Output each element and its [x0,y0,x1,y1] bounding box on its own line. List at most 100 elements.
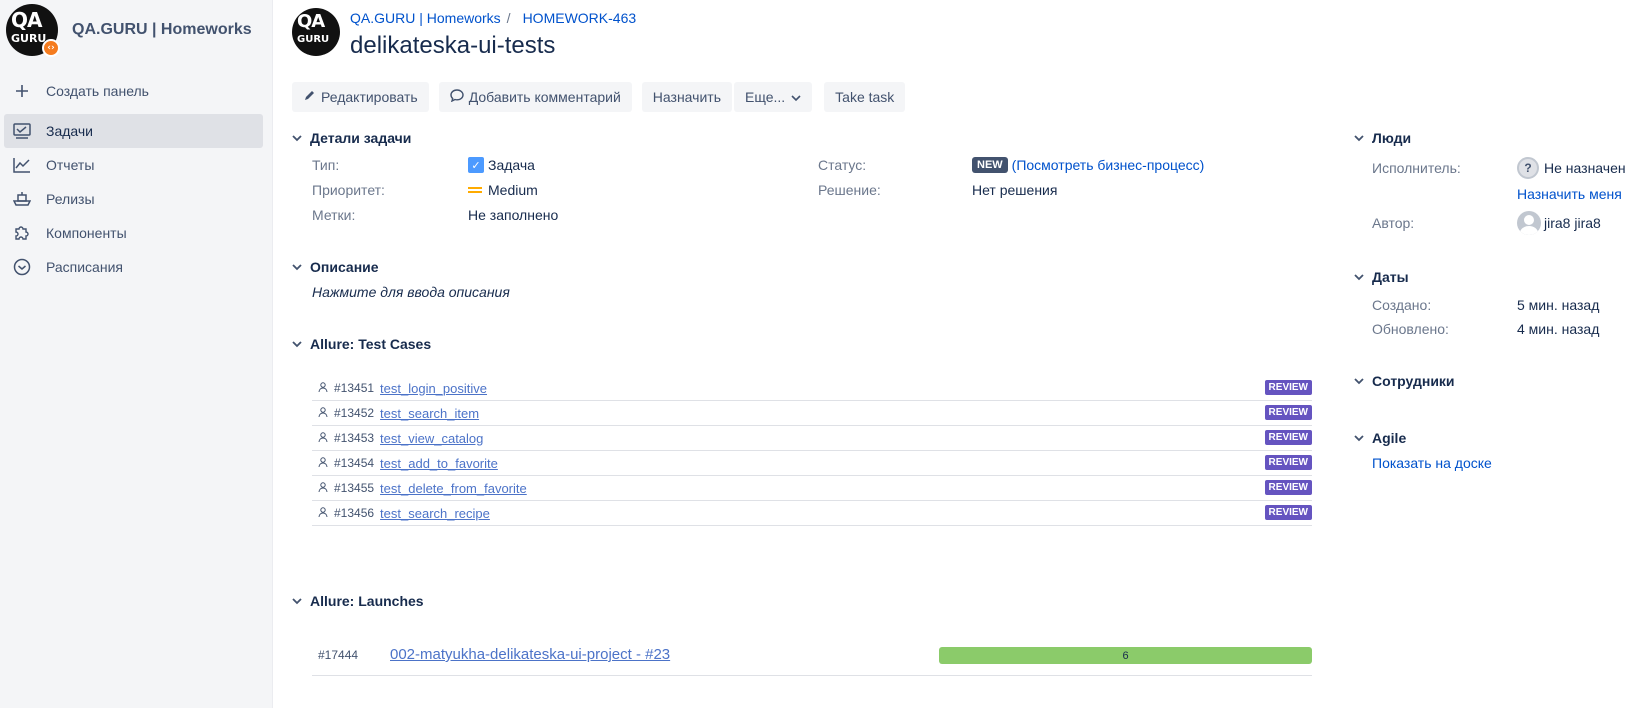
description-field[interactable]: Нажмите для ввода описания [312,284,510,300]
comment-icon [450,89,464,105]
priority-value-text: Medium [488,182,538,198]
clock-icon [12,257,32,277]
status-badge: REVIEW [1264,430,1312,445]
chevron-down-icon [1352,131,1366,145]
agile-section-title: Agile [1372,430,1407,446]
launch-link[interactable]: 002-matyukha-delikateska-ui-project - #2… [390,646,670,663]
sidebar-item-issues[interactable]: Задачи [4,114,263,148]
assignee-value-text: Не назначен [1544,160,1626,176]
test-case-link[interactable]: test_login_positive [380,381,487,396]
chevron-down-icon [290,594,304,608]
sidebar-item-label: Расписания [46,259,123,275]
people-section-toggle[interactable]: Люди [1352,130,1411,146]
resolution-label: Решение: [818,182,881,198]
priority-value: Medium [468,182,538,198]
assignee-label: Исполнитель: [1372,160,1461,176]
chevron-down-icon [290,131,304,145]
test-case-link[interactable]: test_delete_from_favorite [380,481,527,496]
launch-passed-count: 6 [1122,649,1129,662]
type-label: Тип: [312,157,340,173]
reporter-name: jira8 jira8 [1544,215,1601,231]
sidebar-item-reports[interactable]: Отчеты [4,148,263,182]
table-row: #13451 test_login_positive REVIEW [312,376,1312,401]
edit-button-label: Редактировать [321,89,418,105]
description-section-toggle[interactable]: Описание [290,259,379,275]
status-badge: NEW [972,157,1008,173]
sidebar-item-label: Отчеты [46,157,95,173]
sidebar-item-label: Компоненты [46,225,127,241]
status-badge: REVIEW [1264,405,1312,420]
assignee-value[interactable]: ? Не назначен [1517,157,1626,179]
reporter-value[interactable]: jira8 jira8 [1517,211,1601,235]
sidebar-item-label: Задачи [46,123,94,139]
avatar [1517,211,1541,235]
project-avatar[interactable]: QA GURU [292,8,340,56]
add-comment-button[interactable]: Добавить комментарий [438,82,632,112]
type-value: ✓ Задача [468,157,535,173]
chevron-down-icon [791,89,801,105]
test-case-id: #13454 [334,456,375,470]
test-case-id: #13452 [334,406,375,420]
pencil-icon [303,89,316,105]
sidebar-item-components[interactable]: Компоненты [4,216,263,250]
breadcrumb: QA.GURU | Homeworks / HOMEWORK-463 [350,10,636,26]
assign-to-me-link[interactable]: Назначить меня [1517,186,1622,202]
project-header[interactable]: QA GURU ‹› QA.GURU | Homeworks [6,4,252,57]
test-case-link[interactable]: test_add_to_favorite [380,456,498,471]
launch-progress-bar: 6 [939,647,1312,664]
staff-section-toggle[interactable]: Сотрудники [1352,373,1455,389]
project-name[interactable]: QA.GURU | Homeworks [72,21,252,39]
view-workflow-link[interactable]: (Посмотреть бизнес-процесс) [1012,157,1205,173]
details-section-title: Детали задачи [310,130,412,146]
status-badge: REVIEW [1264,505,1312,520]
created-value: 5 мин. назад [1517,297,1600,313]
code-icon: ‹› [42,39,60,57]
sidebar: QA GURU ‹› QA.GURU | Homeworks Создать п… [0,0,273,708]
page-header: QA GURU QA.GURU | Homeworks / HOMEWORK-4… [292,8,636,60]
test-case-link[interactable]: test_view_catalog [380,431,483,446]
more-button[interactable]: Еще... [734,82,813,112]
test-case-id: #13453 [334,431,375,445]
add-comment-label: Добавить комментарий [468,89,621,105]
sidebar-item-create-board[interactable]: Создать панель [4,74,263,108]
person-icon [318,406,330,420]
breadcrumb-project-link[interactable]: QA.GURU | Homeworks [350,10,501,26]
sidebar-item-releases[interactable]: Релизы [4,182,263,216]
dates-section-toggle[interactable]: Даты [1352,269,1409,285]
status-badge: REVIEW [1264,455,1312,470]
workflow-button-group: Назначить Еще... [641,82,814,112]
breadcrumb-issue-link[interactable]: HOMEWORK-463 [523,10,637,26]
status-value: NEW (Посмотреть бизнес-процесс) [972,157,1204,173]
table-row: #13456 test_search_recipe REVIEW [312,501,1312,526]
launches-section-toggle[interactable]: Allure: Launches [290,593,424,609]
test-case-id: #13451 [334,381,375,395]
edit-button[interactable]: Редактировать [292,82,429,112]
launch-row: #17444 002-matyukha-delikateska-ui-proje… [312,634,1312,676]
details-section-toggle[interactable]: Детали задачи [290,130,411,146]
person-icon [318,481,330,495]
page-title[interactable]: delikateska-ui-tests [350,32,636,60]
status-badge: REVIEW [1264,480,1312,495]
view-on-board-link[interactable]: Показать на доске [1372,455,1492,471]
chevron-down-icon [1352,374,1366,388]
test-case-id: #13455 [334,481,375,495]
test-cases-section-toggle[interactable]: Allure: Test Cases [290,336,431,352]
description-section-title: Описание [310,259,379,275]
status-badge: REVIEW [1264,380,1312,395]
take-task-button[interactable]: Take task [824,82,906,112]
chevron-down-icon [1352,270,1366,284]
agile-section-toggle[interactable]: Agile [1352,430,1406,446]
labels-value[interactable]: Не заполнено [468,207,558,223]
logo-text-bottom: GURU [11,32,47,45]
priority-label: Приоритет: [312,182,385,198]
priority-medium-icon [468,185,482,195]
sidebar-item-label: Создать панель [46,83,149,99]
test-case-link[interactable]: test_search_item [380,406,479,421]
test-case-link[interactable]: test_search_recipe [380,506,490,521]
sidebar-item-schedules[interactable]: Расписания [4,250,263,284]
assign-button[interactable]: Назначить [641,82,732,112]
logo-text-bottom: GURU [297,34,330,45]
updated-label: Обновлено: [1372,321,1449,337]
staff-section-title: Сотрудники [1372,373,1455,389]
launch-progress-fill: 6 [939,647,1312,664]
